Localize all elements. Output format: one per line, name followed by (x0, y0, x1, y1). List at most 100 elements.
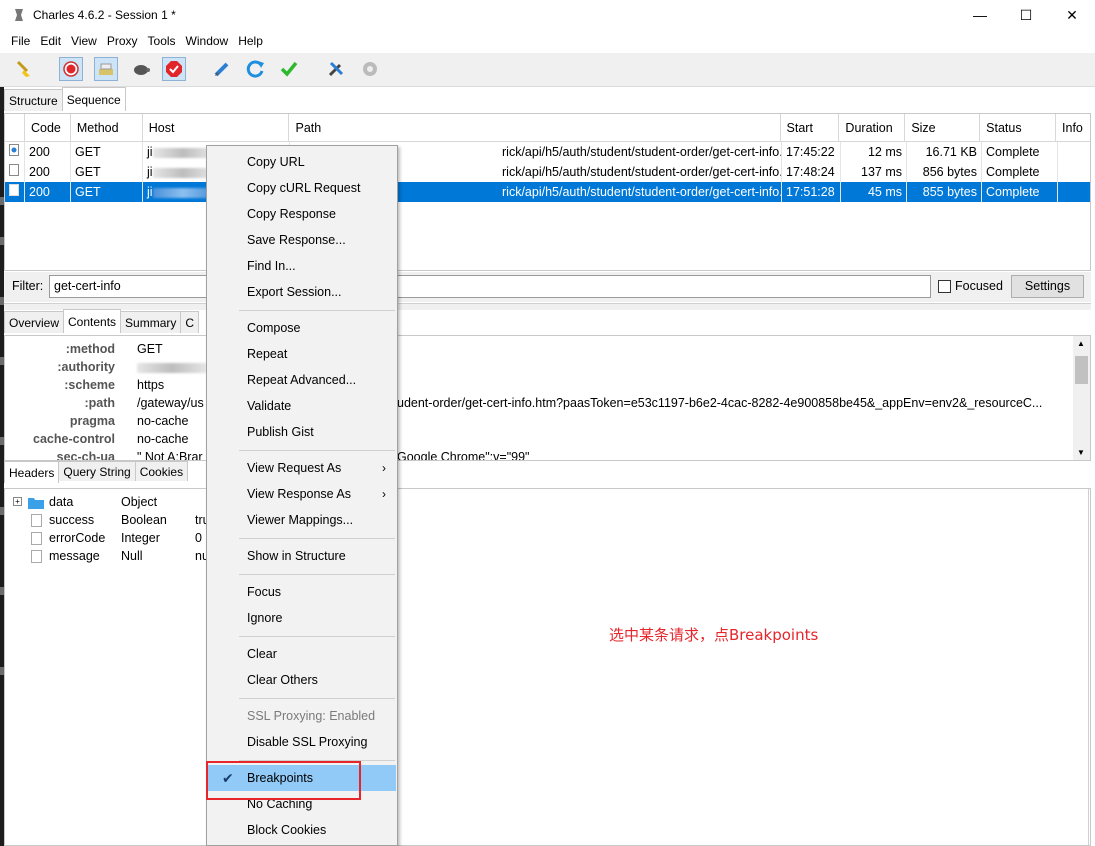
menu-repeat-advanced[interactable]: Repeat Advanced... (208, 367, 396, 393)
menu-show-in-structure[interactable]: Show in Structure (208, 543, 396, 569)
request-icon (5, 162, 25, 182)
scroll-up-icon[interactable]: ▲ (1077, 339, 1085, 348)
menu-copy-url[interactable]: Copy URL (208, 149, 396, 175)
menu-view-response-as[interactable]: View Response As › (208, 481, 396, 507)
col-method[interactable]: Method (71, 114, 143, 142)
cell-size: 856 bytes (907, 162, 982, 182)
broom-icon[interactable] (12, 57, 36, 81)
submenu-arrow-icon: › (382, 461, 386, 475)
menu-separator (239, 698, 395, 699)
minimize-button[interactable]: — (957, 0, 1003, 30)
header-row: cache-control no-cache (33, 432, 189, 446)
menu-view-request-as[interactable]: View Request As › (208, 455, 396, 481)
tab-cookies[interactable]: Cookies (134, 461, 189, 481)
col-start[interactable]: Start (781, 114, 840, 142)
cell-size: 855 bytes (907, 182, 982, 202)
menu-ssl-proxying-status: SSL Proxying: Enabled (247, 709, 376, 723)
menu-copy-curl[interactable]: Copy cURL Request (208, 175, 396, 201)
tools-icon[interactable] (324, 57, 348, 81)
cell-duration: 12 ms (841, 142, 907, 162)
focused-checkbox[interactable] (938, 280, 951, 293)
filter-settings-button[interactable]: Settings (1011, 275, 1084, 298)
tab-summary[interactable]: Summary (120, 311, 182, 333)
menu-proxy[interactable]: Proxy (102, 30, 143, 52)
col-status[interactable]: Status (980, 114, 1057, 142)
menu-export-session[interactable]: Export Session... (208, 279, 396, 305)
compose-icon[interactable] (210, 57, 234, 81)
header-row: sec-ch-ua " Not A;Brar Google Chrome";v="9… (56, 450, 530, 460)
menu-window[interactable]: Window (181, 30, 234, 52)
menu-repeat[interactable]: Repeat (208, 341, 396, 367)
turtle-icon[interactable] (129, 57, 153, 81)
col-info[interactable]: Info (1056, 114, 1090, 142)
scroll-thumb[interactable] (1075, 356, 1088, 384)
breakpoints-icon[interactable] (162, 57, 186, 81)
request-icon (5, 182, 25, 202)
filter-bar: Filter: get-cert-info Focused Settings (4, 272, 1091, 302)
menu-tools[interactable]: Tools (143, 30, 181, 52)
tab-structure[interactable]: Structure (4, 89, 63, 111)
tab-sequence[interactable]: Sequence (61, 87, 126, 111)
sequence-table: Code Method Host Path Start Duration Siz… (4, 113, 1091, 271)
col-duration[interactable]: Duration (839, 114, 906, 142)
menu-edit[interactable]: Edit (35, 30, 66, 52)
menu-compose[interactable]: Compose (208, 315, 396, 341)
menu-viewer-mappings[interactable]: Viewer Mappings... (208, 507, 396, 533)
tab-query-string[interactable]: Query String (58, 461, 136, 481)
cell-code: 200 (25, 142, 71, 162)
table-header: Code Method Host Path Start Duration Siz… (5, 114, 1090, 142)
validate-icon[interactable] (277, 57, 301, 81)
cell-code: 200 (25, 162, 71, 182)
menu-ignore[interactable]: Ignore (208, 605, 396, 631)
annotation-highlight-box (206, 761, 361, 800)
menu-clear-others[interactable]: Clear Others (208, 667, 396, 693)
table-row[interactable]: 200 GET ji rick/api/h5/auth/student/stud… (5, 162, 1090, 182)
request-headers-panel: :method GET :authority :scheme https :path… (4, 335, 1091, 461)
menu-copy-response[interactable]: Copy Response (208, 201, 396, 227)
tab-chart[interactable]: C (180, 311, 200, 333)
menu-block-cookies[interactable]: Block Cookies (208, 817, 396, 843)
header-row: :path/gateway/us udent-order/get-cert-inf… (84, 396, 1043, 410)
menu-validate[interactable]: Validate (208, 393, 396, 419)
focused-label: Focused (955, 279, 1003, 293)
cell-start: 17:51:28 (782, 182, 841, 202)
window-title: Charles 4.6.2 - Session 1 * (33, 8, 176, 22)
splitter[interactable] (4, 303, 1091, 310)
col-code[interactable]: Code (25, 114, 71, 142)
tab-overview[interactable]: Overview (4, 311, 65, 333)
col-path[interactable]: Path (289, 114, 781, 142)
cell-status: Complete (982, 162, 1058, 182)
maximize-button[interactable]: ☐ (1003, 0, 1049, 30)
menu-clear[interactable]: Clear (208, 641, 396, 667)
menu-separator (239, 636, 395, 637)
scroll-down-icon[interactable]: ▼ (1077, 448, 1085, 457)
filter-input[interactable]: get-cert-info (49, 275, 931, 298)
tab-headers[interactable]: Headers (4, 461, 60, 483)
record-icon[interactable] (59, 57, 83, 81)
menu-publish-gist[interactable]: Publish Gist (208, 419, 396, 445)
expand-icon[interactable]: + (13, 497, 22, 506)
cell-duration: 137 ms (841, 162, 907, 182)
menu-find-in[interactable]: Find In... (208, 253, 396, 279)
menu-file[interactable]: File (6, 30, 35, 52)
menu-save-response[interactable]: Save Response... (208, 227, 396, 253)
settings-icon[interactable] (358, 57, 382, 81)
menu-disable-ssl-proxying[interactable]: Disable SSL Proxying (208, 729, 396, 755)
table-row-selected[interactable]: 200 GET ji rick/api/h5/auth/student/stud… (5, 182, 1090, 202)
throttle-icon[interactable] (94, 57, 118, 81)
tab-contents[interactable]: Contents (63, 309, 122, 333)
close-button[interactable]: ✕ (1049, 0, 1095, 30)
menu-help[interactable]: Help (233, 30, 268, 52)
table-row[interactable]: 200 GET ji rick/api/h5/auth/student/stud… (5, 142, 1090, 162)
col-host[interactable]: Host (143, 114, 290, 142)
col-icon (5, 114, 25, 142)
menu-view[interactable]: View (66, 30, 102, 52)
header-row: :method GET (65, 342, 163, 356)
menu-focus[interactable]: Focus (208, 579, 396, 605)
vertical-scrollbar[interactable]: ▲ ▼ (1073, 336, 1090, 460)
col-size[interactable]: Size (905, 114, 981, 142)
menu-separator (239, 538, 395, 539)
cell-start: 17:45:22 (782, 142, 841, 162)
repeat-icon[interactable] (244, 57, 268, 81)
cell-start: 17:48:24 (782, 162, 841, 182)
